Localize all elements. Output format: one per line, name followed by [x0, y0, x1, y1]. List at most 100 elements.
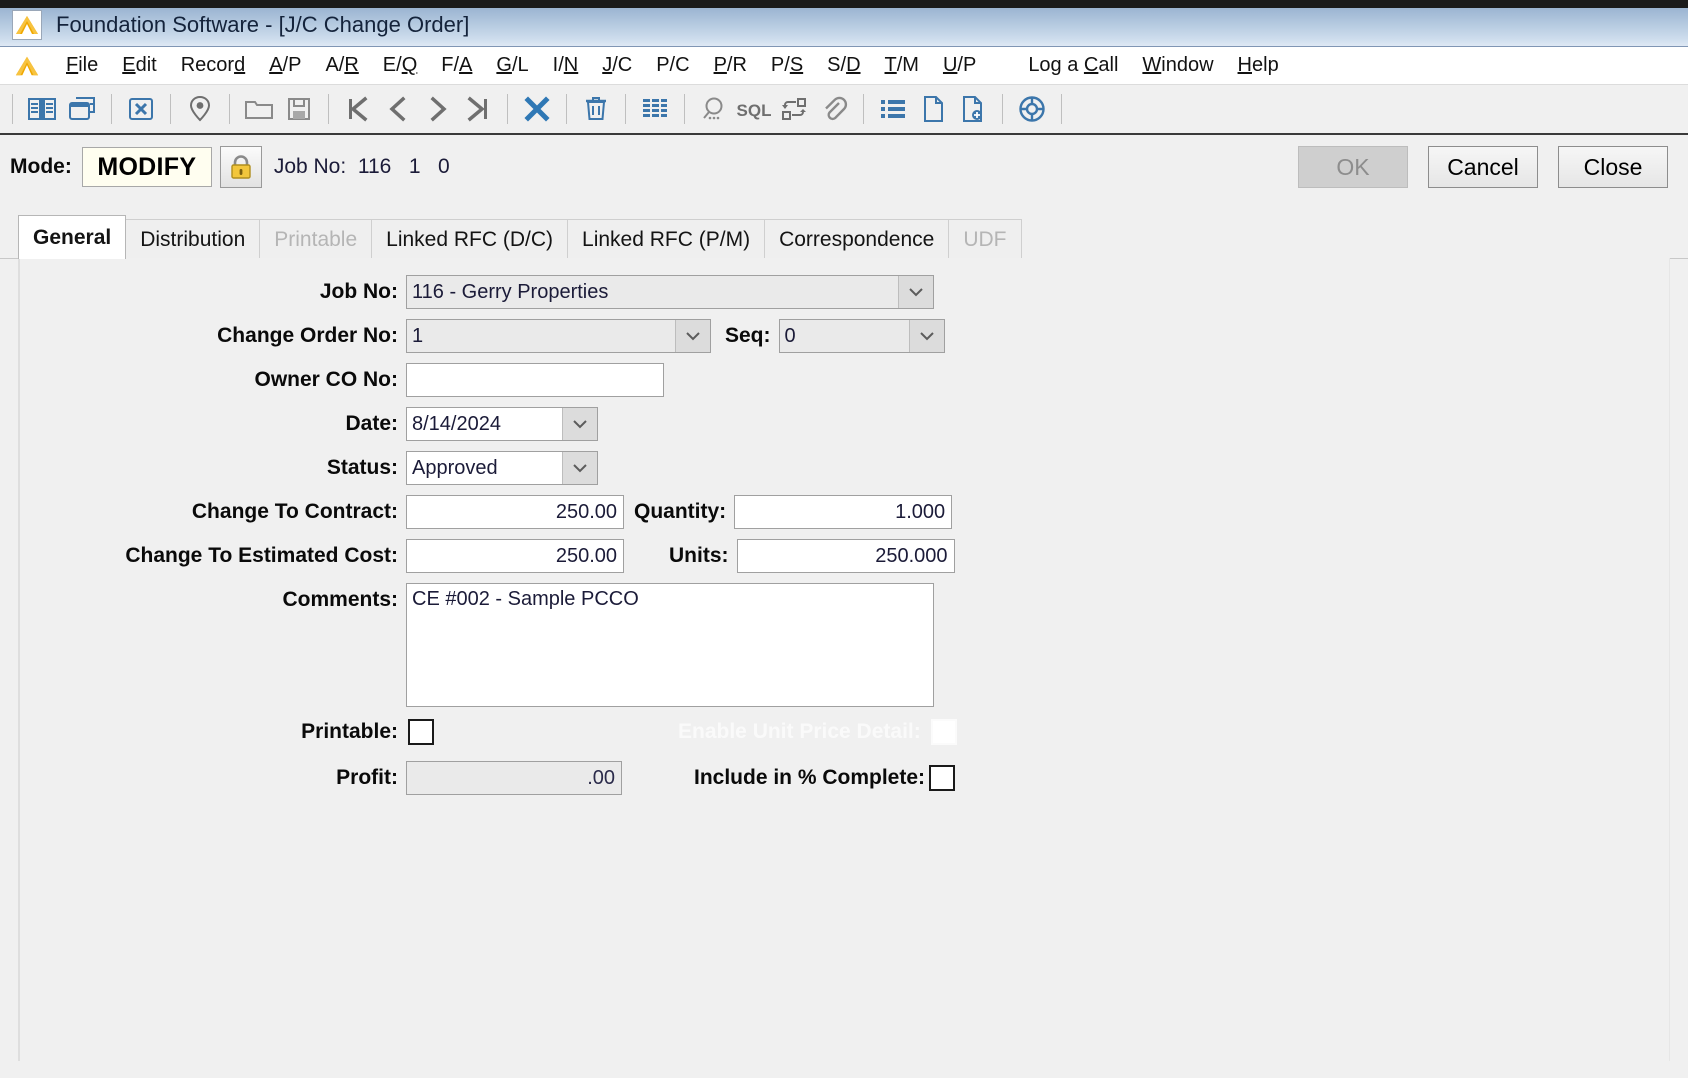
menu-item-tm[interactable]: T/M — [873, 54, 931, 77]
menu-item-up[interactable]: U/P — [931, 54, 988, 77]
magnifier-search-icon[interactable] — [694, 89, 734, 129]
menu-item-edit[interactable]: Edit — [110, 54, 168, 77]
tab-linked-rfc-pm[interactable]: Linked RFC (P/M) — [567, 219, 766, 259]
menu-item-file[interactable]: File — [54, 54, 110, 77]
tab-udf: UDF — [948, 219, 1022, 259]
field-row-job-no: Job No: 116 - Gerry Properties — [20, 275, 934, 309]
book-open-icon[interactable] — [22, 89, 62, 129]
mode-bar: Mode: MODIFY Job No: 116 1 0 OK Cancel C… — [0, 137, 1688, 197]
status-select[interactable]: Approved — [406, 451, 598, 485]
menu-item-pc[interactable]: P/C — [644, 54, 701, 77]
quantity-label: Quantity: — [634, 500, 727, 523]
map-pin-icon[interactable] — [180, 89, 220, 129]
tab-distribution[interactable]: Distribution — [125, 219, 261, 259]
printable-checkbox[interactable] — [408, 719, 434, 745]
cancel-button[interactable]: Cancel — [1428, 146, 1538, 188]
window-title: Foundation Software - [J/C Change Order] — [56, 12, 470, 37]
menu-item-pr[interactable]: P/R — [702, 54, 759, 77]
field-row-profit: Profit: .00 Include in % Complete: — [20, 761, 956, 795]
title-bar: Foundation Software - [J/C Change Order] — [0, 0, 1688, 47]
last-record-icon[interactable] — [458, 89, 498, 129]
owner-co-no-input[interactable] — [406, 363, 664, 397]
menu-item-jc[interactable]: J/C — [590, 54, 644, 77]
profit-input: .00 — [406, 761, 622, 795]
toolbar: SQL — [0, 85, 1688, 135]
foundation-logo-icon — [12, 10, 42, 40]
menu-item-gl[interactable]: G/L — [484, 54, 540, 77]
quantity-input[interactable]: 1.000 — [734, 495, 953, 529]
general-tab-panel: Job No: 116 - Gerry Properties Change Or… — [18, 258, 1670, 1061]
field-row-status: Status: Approved — [20, 451, 598, 485]
field-row-change-to-contract: Change To Contract: 250.00 Quantity: 1.0… — [20, 495, 953, 529]
date-picker[interactable]: 8/14/2024 — [406, 407, 598, 441]
menu-item-ap[interactable]: A/P — [257, 54, 313, 77]
units-input[interactable]: 250.000 — [736, 539, 955, 573]
cascade-windows-icon[interactable] — [62, 89, 102, 129]
toolbar-separator — [111, 94, 112, 124]
include-in-pct-complete-label: Include in % Complete: — [694, 766, 926, 789]
lifering-help-icon[interactable] — [1012, 89, 1052, 129]
menu-bar: File Edit Record A/P A/R E/Q F/A G/L I/N… — [0, 47, 1688, 85]
menu-foundation-logo-icon — [14, 52, 40, 79]
enable-unit-price-detail-checkbox — [930, 719, 957, 745]
folder-icon[interactable] — [239, 89, 279, 129]
paperclip-attachment-icon[interactable] — [814, 89, 854, 129]
chevron-down-icon[interactable] — [898, 276, 933, 308]
toolbar-separator — [1002, 94, 1003, 124]
chevron-down-icon[interactable] — [675, 320, 710, 352]
list-view-icon[interactable] — [873, 89, 913, 129]
document-icon[interactable] — [913, 89, 953, 129]
change-order-no-combo[interactable]: 1 — [406, 319, 711, 353]
tab-general[interactable]: General — [18, 215, 127, 259]
dialog-buttons: OK Cancel Close — [1298, 137, 1688, 197]
workflow-icon[interactable] — [774, 89, 814, 129]
menu-item-help[interactable]: Help — [1226, 54, 1291, 77]
menu-item-window[interactable]: Window — [1130, 54, 1225, 77]
mode-label: Mode: — [10, 155, 72, 178]
menu-item-ar[interactable]: A/R — [313, 54, 370, 77]
trash-delete-icon[interactable] — [576, 89, 616, 129]
include-in-pct-complete-checkbox[interactable] — [929, 765, 956, 791]
floppy-save-icon[interactable] — [279, 89, 319, 129]
mode-value-box: MODIFY — [81, 147, 212, 187]
close-button[interactable]: Close — [1558, 146, 1668, 188]
field-row-printable: Printable: Enable Unit Price Detail: — [20, 719, 957, 745]
ok-button[interactable]: OK — [1298, 146, 1408, 188]
previous-record-icon[interactable] — [378, 89, 418, 129]
status-value: Approved — [412, 456, 498, 479]
chevron-down-icon[interactable] — [562, 452, 597, 484]
menu-item-fa[interactable]: F/A — [429, 54, 484, 77]
seq-combo[interactable]: 0 — [778, 319, 945, 353]
menu-item-ps[interactable]: P/S — [759, 54, 815, 77]
chevron-down-icon[interactable] — [562, 408, 597, 440]
menu-item-in[interactable]: I/N — [541, 54, 591, 77]
job-no-combo[interactable]: 116 - Gerry Properties — [406, 275, 934, 309]
sql-query-icon[interactable]: SQL — [734, 89, 774, 129]
document-add-icon[interactable] — [953, 89, 993, 129]
seq-value: 0 — [779, 320, 909, 352]
status-label: Status: — [326, 456, 398, 479]
next-record-icon[interactable] — [418, 89, 458, 129]
toolbar-separator — [566, 94, 567, 124]
first-record-icon[interactable] — [338, 89, 378, 129]
change-to-contract-input[interactable]: 250.00 — [406, 495, 624, 529]
tab-correspondence[interactable]: Correspondence — [764, 219, 950, 259]
menu-item-eq[interactable]: E/Q — [371, 54, 429, 77]
chevron-down-icon[interactable] — [908, 320, 944, 352]
menu-item-record[interactable]: Record — [169, 54, 257, 77]
change-to-estimated-cost-input[interactable]: 250.00 — [406, 539, 624, 573]
menu-item-sd[interactable]: S/D — [815, 54, 872, 77]
cancel-x-icon[interactable] — [517, 89, 557, 129]
grid-view-icon[interactable] — [635, 89, 675, 129]
toolbar-separator — [863, 94, 864, 124]
job-no-value: 116 - Gerry Properties — [407, 276, 898, 308]
toolbar-separator — [170, 94, 171, 124]
field-row-change-order-no: Change Order No: 1 Seq: 0 — [20, 319, 945, 353]
lock-icon[interactable] — [219, 146, 262, 188]
tab-linked-rfc-dc[interactable]: Linked RFC (D/C) — [371, 219, 569, 259]
date-label: Date: — [345, 412, 398, 435]
close-box-icon[interactable] — [121, 89, 161, 129]
comments-textarea[interactable]: CE #002 - Sample PCCO — [406, 583, 934, 707]
toolbar-separator — [229, 94, 230, 124]
menu-item-log-a-call[interactable]: Log a Call — [1016, 54, 1130, 77]
